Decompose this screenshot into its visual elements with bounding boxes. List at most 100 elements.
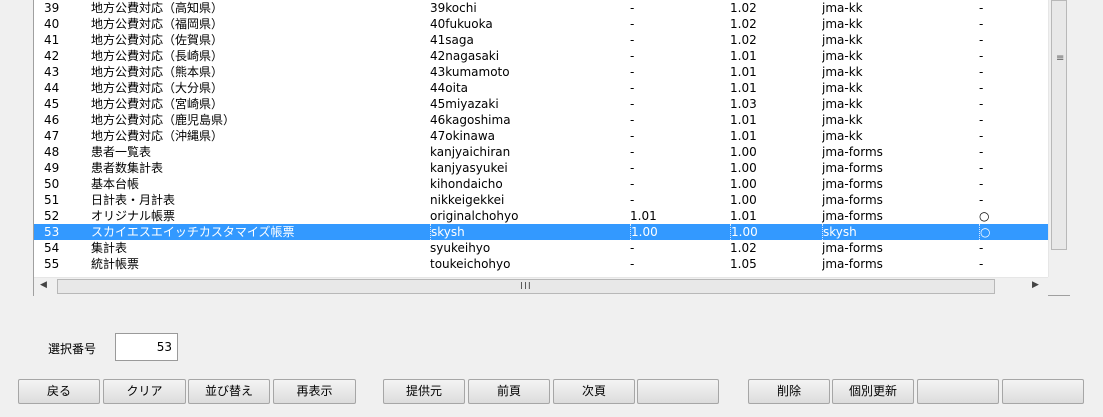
custom-mark: - <box>979 161 984 175</box>
vertical-scrollbar[interactable]: ≡ <box>1048 0 1070 277</box>
table-row[interactable]: 45 地方公費対応（宮崎県） 45miyazaki - 1.03 jma-kk - <box>34 96 1048 112</box>
form-code: 47okinawa <box>430 129 496 143</box>
table-row[interactable]: 54 集計表 syukeihyo - 1.02 jma-forms - <box>34 240 1048 256</box>
form-code: syukeihyo <box>430 241 491 255</box>
form-code: 39kochi <box>430 1 477 15</box>
function-button-8[interactable] <box>637 379 719 404</box>
vertical-scroll-thumb[interactable]: ≡ <box>1051 0 1067 250</box>
table-row[interactable]: 55 統計帳票 toukeichohyo - 1.05 jma-forms - <box>34 256 1048 272</box>
selection-number-input[interactable]: 53 <box>115 333 178 361</box>
scroll-left-icon[interactable]: ◀ <box>40 280 47 290</box>
table-row[interactable]: 46 地方公費対応（鹿児島県） 46kagoshima - 1.01 jma-kk - <box>34 112 1048 128</box>
scroll-right-icon[interactable]: ▶ <box>1032 280 1039 290</box>
table-row[interactable]: 48 患者一覧表 kanjyaichiran - 1.00 jma-forms - <box>34 144 1048 160</box>
form-type: jma-kk <box>822 113 863 127</box>
row-number: 46 <box>44 113 60 127</box>
form-name: 患者一覧表 <box>91 145 152 159</box>
table-body: 39 地方公費対応（高知県） 39kochi - 1.02 jma-kk - 40 地方公費対応… <box>34 0 1048 272</box>
form-name: 地方公費対応（大分県） <box>91 81 224 95</box>
installed-version: - <box>630 49 635 63</box>
form-code: kanjyaichiran <box>430 145 511 159</box>
grip-icon: ≡ <box>1056 53 1065 64</box>
form-type: jma-forms <box>822 193 883 207</box>
installed-version: - <box>630 1 635 15</box>
individual-update-button[interactable]: 個別更新 <box>832 379 914 404</box>
form-code: kihondaicho <box>430 177 503 191</box>
form-name: オリジナル帳票 <box>91 209 176 223</box>
table-row[interactable]: 42 地方公費対応（長崎県） 42nagasaki - 1.01 jma-kk - <box>34 48 1048 64</box>
installed-version: - <box>630 145 635 159</box>
custom-mark: - <box>979 97 984 111</box>
redisplay-button[interactable]: 再表示 <box>273 379 356 404</box>
custom-mark: - <box>979 49 984 63</box>
form-code: 40fukuoka <box>430 17 493 31</box>
row-number: 53 <box>44 225 60 239</box>
form-type: jma-forms <box>822 209 883 223</box>
row-number: 41 <box>44 33 60 47</box>
selection-number-label: 選択番号 <box>48 342 97 356</box>
table-row[interactable]: 43 地方公費対応（熊本県） 43kumamoto - 1.01 jma-kk - <box>34 64 1048 80</box>
latest-version: 1.02 <box>730 33 757 47</box>
forms-table: 39 地方公費対応（高知県） 39kochi - 1.02 jma-kk - 40 地方公費対応… <box>33 0 1070 296</box>
form-type: jma-kk <box>822 17 863 31</box>
form-name: 患者数集計表 <box>91 161 164 175</box>
latest-version: 1.00 <box>730 145 757 159</box>
form-name: 基本台帳 <box>91 177 140 191</box>
form-name: 地方公費対応（高知県） <box>91 1 224 15</box>
form-type: jma-forms <box>822 177 883 191</box>
sort-button[interactable]: 並び替え <box>188 379 270 404</box>
custom-mark: - <box>979 33 984 47</box>
form-type: jma-kk <box>822 49 863 63</box>
delete-button[interactable]: 削除 <box>748 379 830 404</box>
table-row[interactable]: 40 地方公費対応（福岡県） 40fukuoka - 1.02 jma-kk - <box>34 16 1048 32</box>
row-number: 49 <box>44 161 60 175</box>
latest-version: 1.01 <box>730 113 757 127</box>
latest-version: 1.00 <box>730 161 757 175</box>
row-number: 45 <box>44 97 60 111</box>
latest-version: 1.03 <box>730 97 757 111</box>
next-page-button[interactable]: 次頁 <box>553 379 635 404</box>
form-type: jma-forms <box>822 161 883 175</box>
form-code: kanjyasyukei <box>430 161 508 175</box>
latest-version: 1.01 <box>730 81 757 95</box>
latest-version: 1.02 <box>730 1 757 15</box>
table-row[interactable]: 52 オリジナル帳票 originalchohyo 1.01 1.01 jma-forms… <box>34 208 1048 224</box>
custom-mark: - <box>979 65 984 79</box>
table-row[interactable]: 41 地方公費対応（佐賀県） 41saga - 1.02 jma-kk - <box>34 32 1048 48</box>
form-type: skysh <box>822 224 979 240</box>
installed-version: - <box>630 113 635 127</box>
table-row[interactable]: 53 スカイエスエイッチカスタマイズ帳票 skysh 1.00 1.00 skysh ○ <box>34 224 1048 240</box>
horizontal-scrollbar[interactable]: ◀ III ▶ <box>34 277 1048 296</box>
latest-version: 1.01 <box>730 129 757 143</box>
row-number: 43 <box>44 65 60 79</box>
installed-version: - <box>630 241 635 255</box>
grip-icon: III <box>520 281 532 292</box>
table-row[interactable]: 50 基本台帳 kihondaicho - 1.00 jma-forms - <box>34 176 1048 192</box>
form-name: 日計表・月計表 <box>91 193 176 207</box>
function-button-11[interactable] <box>917 379 999 404</box>
provider-button[interactable]: 提供元 <box>383 379 465 404</box>
form-name: 統計帳票 <box>91 257 140 271</box>
installed-version: - <box>630 97 635 111</box>
custom-mark: - <box>979 241 984 255</box>
horizontal-scroll-thumb[interactable]: III <box>57 279 995 294</box>
table-row[interactable]: 39 地方公費対応（高知県） 39kochi - 1.02 jma-kk - <box>34 0 1048 16</box>
form-type: jma-forms <box>822 257 883 271</box>
table-row[interactable]: 44 地方公費対応（大分県） 44oita - 1.01 jma-kk - <box>34 80 1048 96</box>
latest-version: 1.01 <box>730 49 757 63</box>
form-type: jma-forms <box>822 241 883 255</box>
prev-page-button[interactable]: 前頁 <box>468 379 550 404</box>
table-row[interactable]: 49 患者数集計表 kanjyasyukei - 1.00 jma-forms - <box>34 160 1048 176</box>
form-name: 地方公費対応（福岡県） <box>91 17 224 31</box>
latest-version: 1.02 <box>730 241 757 255</box>
table-row[interactable]: 51 日計表・月計表 nikkeigekkei - 1.00 jma-forms - <box>34 192 1048 208</box>
back-button[interactable]: 戻る <box>18 379 100 404</box>
form-type: jma-kk <box>822 129 863 143</box>
function-button-12[interactable] <box>1002 379 1084 404</box>
custom-mark: - <box>979 177 984 191</box>
table-row[interactable]: 47 地方公費対応（沖縄県） 47okinawa - 1.01 jma-kk - <box>34 128 1048 144</box>
clear-button[interactable]: クリア <box>103 379 186 404</box>
installed-version: - <box>630 65 635 79</box>
form-code: 42nagasaki <box>430 49 500 63</box>
form-code: 44oita <box>430 81 469 95</box>
